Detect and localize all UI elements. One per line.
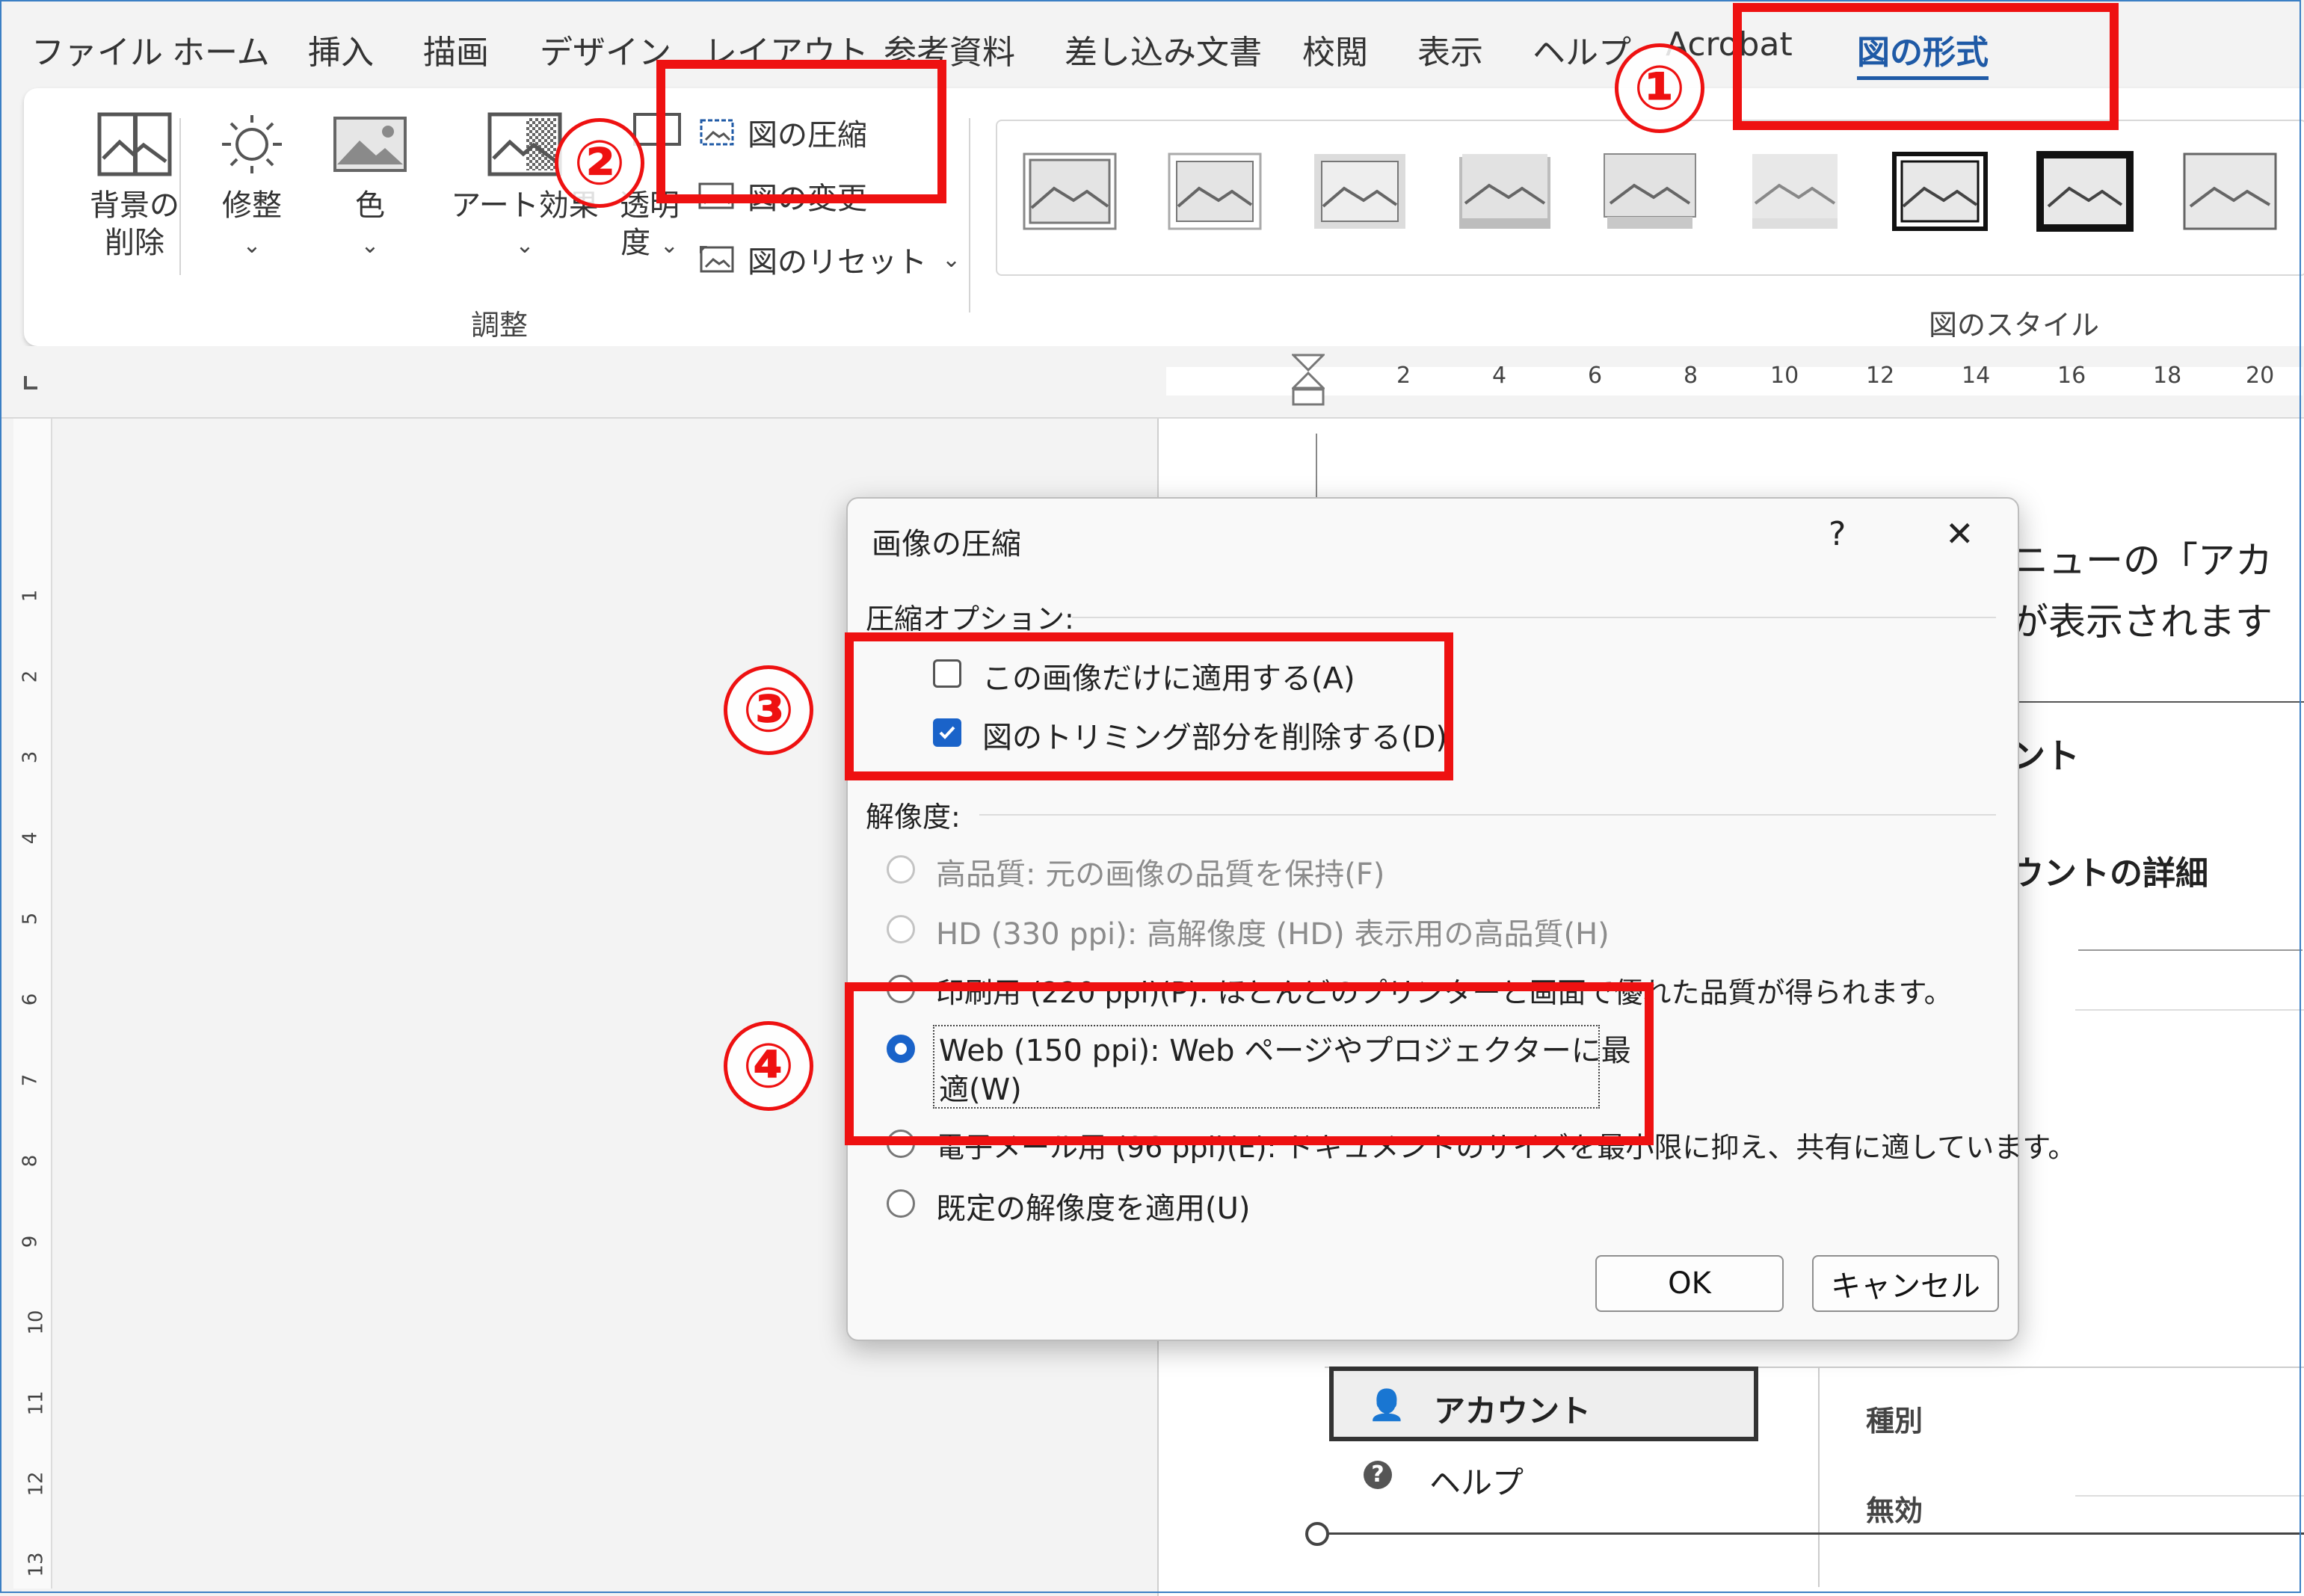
window-frame [0,0,2301,1593]
